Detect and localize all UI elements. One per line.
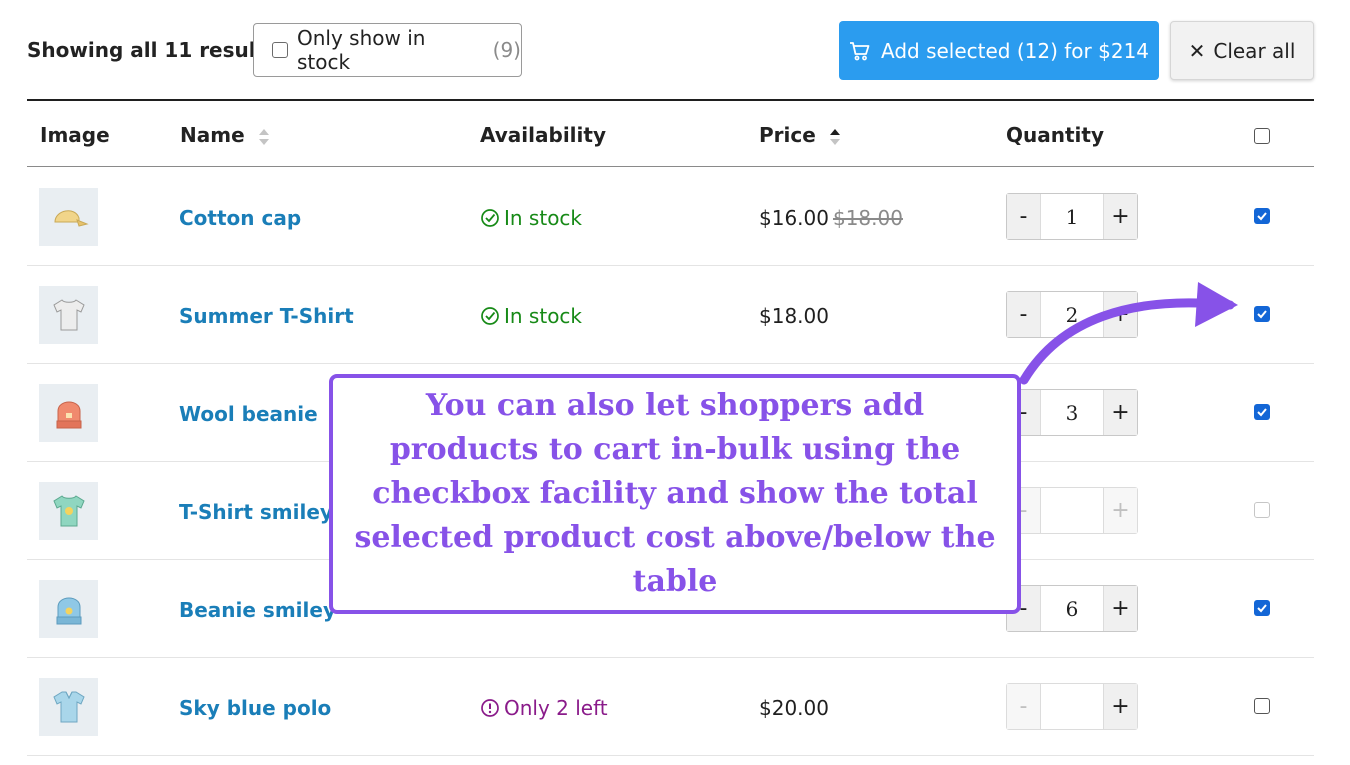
quantity-stepper: - 1 + bbox=[1006, 193, 1138, 240]
cap-icon bbox=[53, 210, 89, 227]
product-name-link[interactable]: Beanie smiley bbox=[179, 598, 336, 622]
quantity-input[interactable]: 3 bbox=[1041, 390, 1103, 435]
tshirt-icon bbox=[52, 495, 85, 527]
add-selected-button[interactable]: Add selected (12) for $214 bbox=[839, 21, 1159, 80]
toolbar: Showing all 11 results Only show in stoc… bbox=[0, 0, 1350, 100]
product-name-link[interactable]: Cotton cap bbox=[179, 206, 301, 230]
header-price-label: Price bbox=[759, 123, 816, 147]
callout-arrow-icon bbox=[1019, 282, 1238, 385]
decrease-quantity-button[interactable]: - bbox=[1007, 194, 1041, 239]
header-availability: Availability bbox=[480, 123, 606, 147]
availability-status: Only 2 left bbox=[480, 696, 608, 720]
quantity-stepper: - 6 + bbox=[1006, 585, 1138, 632]
check-circle-icon bbox=[481, 209, 499, 227]
header-price[interactable]: Price bbox=[759, 123, 841, 147]
row-select-checkbox[interactable] bbox=[1254, 208, 1270, 224]
row-select-checkbox[interactable] bbox=[1254, 502, 1270, 518]
table-row: Sky blue polo Only 2 left $20.00 - + bbox=[27, 658, 1314, 756]
sort-neutral-icon[interactable] bbox=[258, 127, 270, 147]
header-name[interactable]: Name bbox=[180, 123, 270, 147]
quantity-input[interactable] bbox=[1041, 488, 1103, 533]
quantity-input[interactable]: 1 bbox=[1041, 194, 1103, 239]
row-select-checkbox[interactable] bbox=[1254, 404, 1270, 420]
select-all-checkbox[interactable] bbox=[1254, 128, 1270, 144]
product-image[interactable] bbox=[39, 482, 98, 540]
product-image[interactable] bbox=[39, 286, 98, 344]
quantity-stepper: - + bbox=[1006, 683, 1138, 730]
close-icon: ✕ bbox=[1188, 38, 1206, 63]
quantity-stepper: - 3 + bbox=[1006, 389, 1138, 436]
sale-price: $20.00 bbox=[759, 696, 829, 720]
beanie-icon bbox=[56, 401, 81, 429]
checkmark-icon bbox=[1257, 604, 1267, 613]
checkmark-icon bbox=[1257, 212, 1267, 221]
product-image[interactable] bbox=[39, 580, 98, 638]
callout-text: You can also let shoppers add products t… bbox=[354, 388, 996, 599]
polo-icon bbox=[52, 691, 85, 723]
sale-price: $16.00 bbox=[759, 206, 829, 230]
checkmark-icon bbox=[1257, 408, 1267, 417]
header-quantity: Quantity bbox=[1006, 123, 1104, 147]
product-name-link[interactable]: Sky blue polo bbox=[179, 696, 331, 720]
product-name-link[interactable]: T-Shirt smiley bbox=[179, 500, 333, 524]
cart-icon bbox=[849, 41, 870, 60]
increase-quantity-button[interactable]: + bbox=[1103, 390, 1137, 435]
row-select-checkbox[interactable] bbox=[1254, 698, 1270, 714]
regular-price: $18.00 bbox=[832, 206, 903, 230]
clear-all-label: Clear all bbox=[1213, 38, 1296, 63]
add-selected-label: Add selected (12) for $214 bbox=[880, 38, 1150, 63]
increase-quantity-button[interactable]: + bbox=[1103, 586, 1137, 631]
decrease-quantity-button[interactable]: - bbox=[1007, 684, 1041, 729]
product-image[interactable] bbox=[39, 678, 98, 736]
quantity-input[interactable] bbox=[1041, 684, 1103, 729]
product-name-link[interactable]: Summer T-Shirt bbox=[179, 304, 354, 328]
check-circle-icon bbox=[481, 307, 499, 325]
increase-quantity-button[interactable]: + bbox=[1103, 488, 1137, 533]
row-select-checkbox[interactable] bbox=[1254, 306, 1270, 322]
in-stock-count: (9) bbox=[492, 38, 521, 62]
header-image: Image bbox=[40, 123, 110, 147]
results-count: Showing all 11 results bbox=[27, 38, 278, 62]
quantity-input[interactable]: 6 bbox=[1041, 586, 1103, 631]
availability-status: In stock bbox=[480, 206, 582, 230]
info-callout: You can also let shoppers add products t… bbox=[329, 374, 1021, 614]
availability-label: In stock bbox=[504, 304, 583, 328]
beanie-icon bbox=[56, 597, 81, 625]
alert-circle-icon bbox=[481, 699, 499, 717]
only-in-stock-filter[interactable]: Only show in stock (9) bbox=[253, 23, 522, 77]
sale-price: $18.00 bbox=[759, 304, 829, 328]
availability-label: Only 2 left bbox=[504, 696, 608, 720]
increase-quantity-button[interactable]: + bbox=[1103, 194, 1137, 239]
product-price: $20.00 bbox=[759, 696, 829, 720]
increase-quantity-button[interactable]: + bbox=[1103, 684, 1137, 729]
product-price: $16.00 $18.00 bbox=[759, 206, 903, 230]
clear-all-button[interactable]: ✕ Clear all bbox=[1170, 21, 1314, 80]
table-row: Cotton cap In stock $16.00 $18.00 - 1 + bbox=[27, 168, 1314, 266]
product-price: $18.00 bbox=[759, 304, 829, 328]
checkmark-icon bbox=[1257, 310, 1267, 319]
in-stock-label: Only show in stock bbox=[296, 26, 426, 74]
product-image[interactable] bbox=[39, 384, 98, 442]
availability-status: In stock bbox=[480, 304, 582, 328]
table-header: Image Name Availability Price Quantity bbox=[27, 101, 1314, 167]
quantity-stepper: - + bbox=[1006, 487, 1138, 534]
row-select-checkbox[interactable] bbox=[1254, 600, 1270, 616]
product-image[interactable] bbox=[39, 188, 98, 246]
in-stock-checkbox[interactable] bbox=[272, 42, 288, 58]
product-name-link[interactable]: Wool beanie bbox=[179, 402, 318, 426]
tshirt-icon bbox=[52, 299, 85, 331]
availability-label: In stock bbox=[504, 206, 583, 230]
header-name-label: Name bbox=[180, 123, 245, 147]
sort-ascending-icon[interactable] bbox=[829, 127, 841, 147]
